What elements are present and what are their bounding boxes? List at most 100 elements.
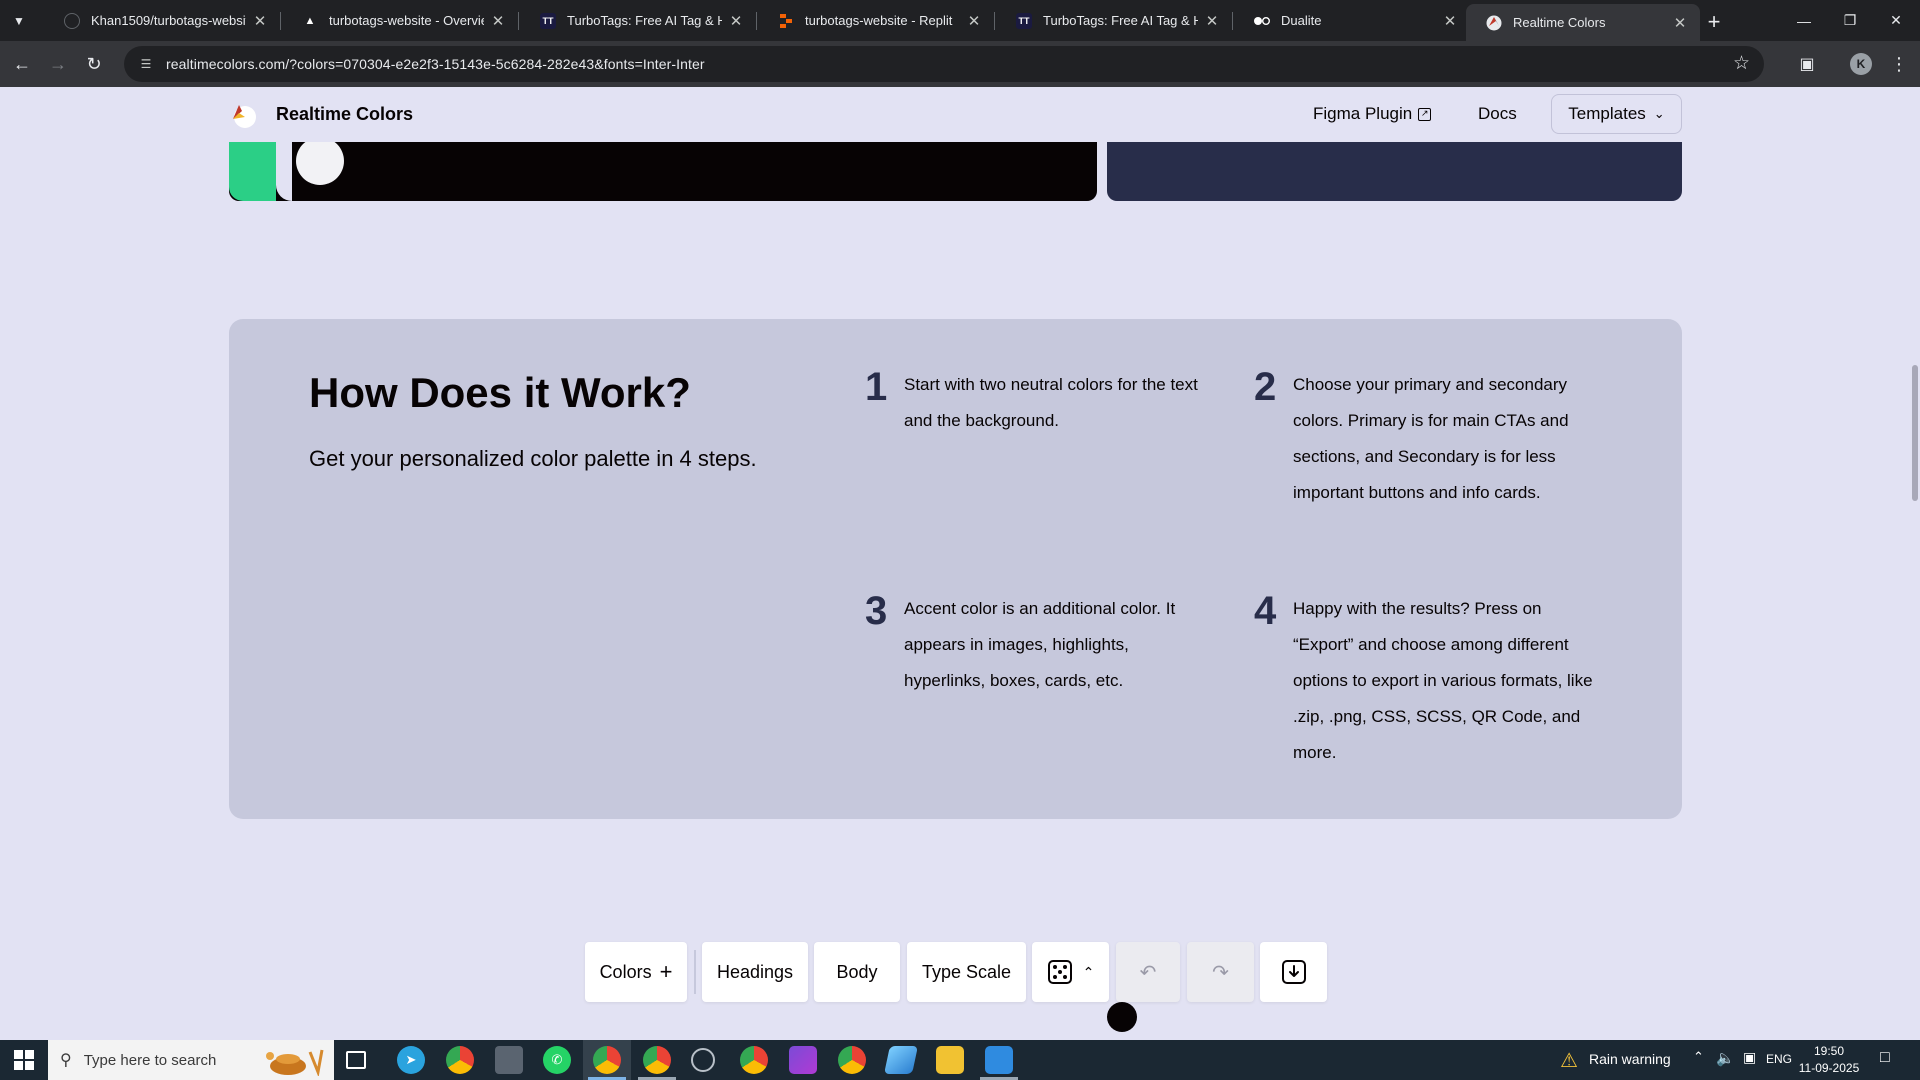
figma-plugin-label: Figma Plugin [1313,104,1413,123]
url-text[interactable]: realtimecolors.com/?colors=070304-e2e2f3… [166,56,705,72]
replit-icon [778,13,794,29]
close-icon[interactable]: ✕ [960,12,988,30]
dice-icon [1047,960,1072,984]
warning-icon[interactable]: ⚠ [1556,1046,1582,1074]
browser-tab-bar: ▼ Khan1509/turbotags-website ✕ ▲ turbota… [0,0,1920,41]
clock-date: 11-09-2025 [1798,1061,1860,1075]
scrollbar[interactable] [1900,87,1920,1040]
taskbar-search[interactable]: ⚲ Type here to search [48,1040,334,1080]
step-text: Start with two neutral colors for the te… [904,375,1198,430]
download-icon [1281,960,1306,984]
step-number: 1 [865,365,888,409]
notes-app-icon[interactable] [884,1046,918,1074]
windows-taskbar: ⚲ Type here to search ➤ ✆ ⚠ Rain warning… [0,1040,1920,1080]
brand-name[interactable]: Realtime Colors [276,104,413,125]
templates-dropdown[interactable]: Templates ⌄ [1551,94,1682,134]
windows-start-icon[interactable] [14,1050,34,1070]
hero-circle [296,137,344,185]
templates-label: Templates [1568,104,1646,123]
minimize-icon[interactable]: — [1781,0,1827,41]
folder-icon[interactable] [936,1046,964,1074]
search-placeholder: Type here to search [83,1051,217,1069]
tab-github[interactable]: Khan1509/turbotags-website ✕ [44,0,280,41]
tab-title: Khan1509/turbotags-website [91,13,246,28]
close-icon[interactable]: ✕ [1436,12,1464,30]
tab-realtime-colors[interactable]: Realtime Colors ✕ [1466,4,1700,41]
close-icon[interactable]: ✕ [1666,14,1694,32]
tab-vercel[interactable]: ▲ turbotags-website - Overview - ✕ [282,0,518,41]
realtime-colors-icon [1486,15,1502,31]
media-app-icon[interactable] [789,1046,817,1074]
language-indicator[interactable]: ENG [1766,1052,1792,1066]
speaker-icon[interactable]: 🔈 [1716,1049,1735,1067]
scrollbar-thumb[interactable] [1912,365,1918,501]
external-link-icon: ↗ [1418,107,1432,121]
tab-replit[interactable]: turbotags-website - Replit ✕ [758,0,994,41]
reload-icon[interactable]: ↻ [80,50,108,78]
redo-icon: ↷ [1212,961,1229,984]
chrome-profile-icon[interactable] [593,1046,621,1074]
site-info-icon[interactable]: ☰ [136,54,156,74]
turbotags-icon: TT [540,12,556,29]
whatsapp-icon[interactable]: ✆ [543,1046,571,1074]
tab-separator [518,12,519,30]
search-icon: ⚲ [60,1052,72,1069]
paint-app-icon[interactable] [985,1046,1013,1074]
chrome-profile-2-icon[interactable] [643,1046,671,1074]
headings-button[interactable]: Headings [702,942,808,1002]
browser-menu-icon[interactable]: ⋮ [1888,53,1910,75]
window-close-icon[interactable]: ✕ [1873,0,1919,41]
partial-decoration [1107,1002,1137,1032]
randomize-button[interactable]: ⌃ [1032,942,1109,1002]
undo-button[interactable]: ↶ [1116,942,1180,1002]
tab-turbotags-1[interactable]: TT TurboTags: Free AI Tag & Hasht ✕ [520,0,756,41]
close-icon[interactable]: ✕ [722,12,750,30]
tab-search-icon[interactable]: ▼ [6,8,32,34]
github-icon [64,12,80,29]
tab-title: TurboTags: Free AI Tag & Hasht [567,13,722,28]
vercel-icon: ▲ [304,14,316,27]
step-text: Choose your primary and secondary colors… [1293,375,1569,502]
realtime-colors-logo[interactable] [229,101,257,129]
chrome-profile-4-icon[interactable] [838,1046,866,1074]
chevron-down-icon: ⌄ [1653,106,1665,121]
tab-title: turbotags-website - Overview - [329,13,484,28]
close-icon[interactable]: ✕ [1198,12,1226,30]
chevron-up-icon[interactable]: ⌃ [1693,1049,1704,1065]
task-view-icon[interactable] [346,1051,366,1069]
turbotags-icon: TT [1016,12,1032,29]
clock[interactable]: 19:50 11-09-2025 [1794,1043,1864,1077]
tab-turbotags-2[interactable]: TT TurboTags: Free AI Tag & Hasht ✕ [996,0,1232,41]
chevron-up-icon[interactable]: ⌃ [1083,964,1095,981]
aperture-app-icon[interactable] [691,1048,715,1072]
close-icon[interactable]: ✕ [246,12,274,30]
bookmark-star-icon[interactable]: ☆ [1733,52,1750,75]
notifications-icon[interactable]: □ [1880,1049,1890,1067]
weather-text[interactable]: Rain warning [1589,1051,1671,1067]
export-button[interactable] [1260,942,1327,1002]
profile-avatar[interactable]: K [1850,53,1872,75]
type-scale-button[interactable]: Type Scale [907,942,1026,1002]
colors-button[interactable]: Colors + [585,942,687,1002]
file-explorer-tablet-icon[interactable] [495,1046,523,1074]
step-number: 4 [1254,589,1277,633]
docs-link[interactable]: Docs [1478,104,1517,124]
site-header: Realtime Colors Figma Plugin ↗ Docs Temp… [0,87,1900,142]
restore-icon[interactable]: ❐ [1827,0,1873,41]
extensions-icon[interactable]: ▣ [1796,53,1818,75]
back-arrow-icon[interactable]: ← [8,50,36,78]
forward-arrow-icon[interactable]: → [44,50,72,78]
address-bar[interactable]: ☰ realtimecolors.com/?colors=070304-e2e2… [124,46,1764,82]
telegram-icon[interactable]: ➤ [397,1046,425,1074]
close-icon[interactable]: ✕ [484,12,512,30]
chrome-icon[interactable] [446,1046,474,1074]
chrome-profile-3-icon[interactable] [740,1046,768,1074]
network-icon[interactable]: ▣ [1743,1049,1756,1066]
tab-title: Realtime Colors [1513,15,1606,30]
figma-plugin-link[interactable]: Figma Plugin ↗ [1313,104,1432,124]
tab-dualite[interactable]: Dualite ✕ [1234,0,1470,41]
body-button[interactable]: Body [814,942,900,1002]
new-tab-icon[interactable]: + [1700,8,1728,36]
redo-button[interactable]: ↷ [1187,942,1254,1002]
step-text: Accent color is an additional color. It … [904,599,1176,690]
